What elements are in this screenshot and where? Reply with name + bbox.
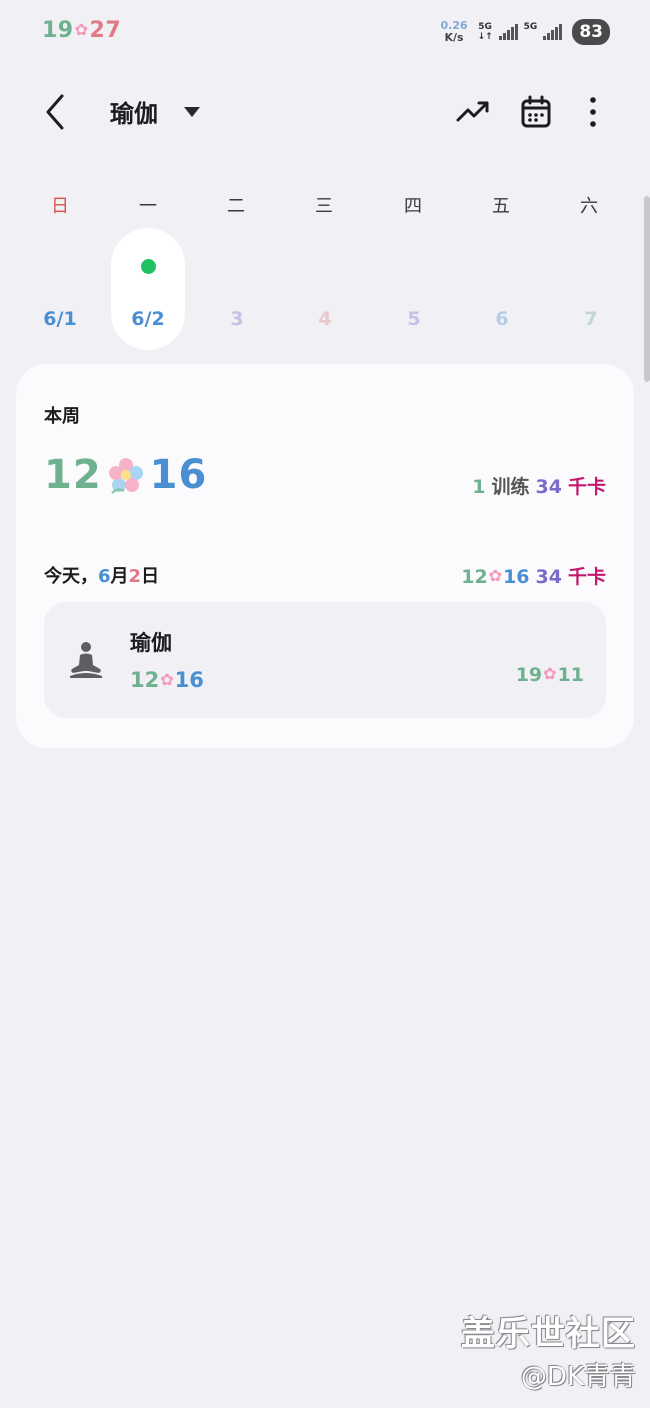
date-sun[interactable]: 6/1	[30, 308, 90, 330]
status-hour: 19	[42, 18, 74, 43]
status-minute: 27	[89, 18, 122, 43]
calendar-button[interactable]	[518, 94, 554, 130]
calendar-icon	[521, 95, 551, 128]
status-time: 19✿27	[42, 18, 121, 43]
selected-day-highlight[interactable]	[111, 228, 185, 350]
flower-separator-icon: ✿	[74, 20, 89, 39]
trend-button[interactable]	[455, 94, 491, 130]
workout-marker-dot	[141, 259, 156, 274]
yoga-icon	[70, 642, 102, 678]
network-speed: 0.26 K/s	[440, 19, 468, 44]
week-duration: 12 16	[44, 452, 208, 498]
week-label: 本周	[44, 406, 80, 427]
weekday-sun: 日	[51, 196, 69, 217]
today-label: 今天，6月2日	[44, 566, 160, 587]
flower-separator-icon: ✿	[160, 670, 174, 689]
back-button[interactable]	[40, 92, 74, 132]
trend-icon	[456, 101, 489, 122]
scrollbar[interactable]	[644, 196, 650, 382]
workout-start-time: 19✿11	[515, 664, 584, 686]
date-mon[interactable]: 6/2	[118, 308, 178, 330]
flower-separator-icon	[108, 458, 143, 494]
watermark-title: 盖乐世社区	[461, 1314, 636, 1354]
more-button[interactable]	[575, 94, 611, 130]
date-thu[interactable]: 5	[384, 308, 444, 330]
network-type-2: 5G	[523, 22, 538, 32]
watermark-author: @DK青青	[520, 1362, 636, 1392]
battery-level: 83	[572, 19, 610, 45]
weekday-wed: 三	[315, 196, 333, 217]
today-summary: 12✿16 34 千卡	[461, 566, 606, 588]
weekday-sat: 六	[580, 196, 598, 217]
workout-duration: 12✿16	[130, 668, 204, 692]
weekday-fri: 五	[492, 196, 510, 217]
flower-separator-icon: ✿	[543, 664, 557, 683]
page-title: 瑜伽	[110, 100, 158, 128]
signal-icon-2	[543, 24, 563, 40]
workout-name: 瑜伽	[130, 631, 172, 655]
back-icon	[46, 94, 64, 130]
dropdown-caret-icon	[184, 106, 200, 117]
date-sat[interactable]: 7	[561, 308, 621, 330]
weekday-tue: 二	[227, 196, 245, 217]
date-fri[interactable]: 6	[472, 308, 532, 330]
exercise-type-selector[interactable]: 瑜伽	[110, 94, 200, 129]
date-wed[interactable]: 4	[295, 308, 355, 330]
status-icons: 0.26 K/s 5G ↓↑ 5G 83	[440, 16, 610, 48]
date-tue[interactable]: 3	[207, 308, 267, 330]
week-summary: 1 训练 34 千卡	[472, 476, 606, 498]
weekday-thu: 四	[404, 196, 422, 217]
weekday-mon: 一	[139, 196, 157, 217]
more-icon	[590, 97, 596, 127]
app-screen: 19✿27 0.26 K/s 5G ↓↑ 5G 83 瑜伽 日 一 二 三 四 …	[0, 0, 650, 1408]
flower-separator-icon: ✿	[488, 566, 503, 585]
signal-icon	[498, 24, 518, 40]
network-type-1: 5G ↓↑	[477, 22, 493, 42]
workout-entry[interactable]	[44, 602, 606, 718]
